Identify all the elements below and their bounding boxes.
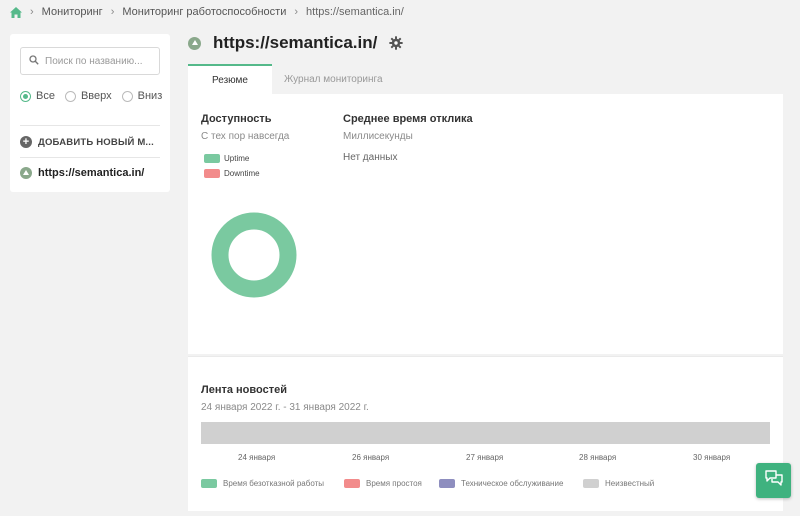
tab-bar: Резюме Журнал мониторинга — [188, 64, 395, 94]
gear-icon[interactable] — [389, 36, 404, 50]
filter-all[interactable]: Все — [20, 90, 55, 102]
search-input[interactable] — [45, 55, 155, 67]
donut-slice-uptime — [211, 212, 297, 298]
legend-maintenance: Техническое обслуживание — [439, 479, 563, 488]
timeline-tick: 27 января — [466, 453, 504, 462]
filter-down-label: Вниз — [137, 90, 163, 102]
filter-up-label: Вверх — [80, 90, 112, 102]
legend-uptime-period: Время безотказной работы — [201, 479, 324, 488]
tab-summary[interactable]: Резюме — [188, 64, 272, 94]
legend-downtime-label: Downtime — [224, 169, 260, 178]
search-icon — [29, 52, 39, 70]
status-up-icon — [188, 36, 201, 50]
timeline-tick: 26 января — [352, 453, 390, 462]
legend-swatch — [439, 479, 455, 488]
news-feed-panel: Лента новостей 24 января 2022 г. - 31 ян… — [188, 356, 783, 511]
sidebar: Все Вверх Вниз + ДОБАВИТЬ НОВЫЙ М... htt… — [10, 34, 170, 192]
timeline-tick: 28 января — [579, 453, 617, 462]
tab-monitoring-log[interactable]: Журнал мониторинга — [272, 64, 395, 94]
news-title: Лента новостей — [201, 384, 287, 396]
chat-icon — [764, 470, 783, 491]
radio-icon — [64, 90, 76, 102]
filter-all-label: Все — [36, 90, 55, 102]
breadcrumb-uptime-monitoring[interactable]: Мониторинг работоспособности — [122, 6, 286, 18]
plus-icon: + — [20, 136, 32, 148]
legend-swatch — [204, 154, 220, 163]
availability-subtitle: С тех пор навсегда — [201, 131, 290, 142]
legend-swatch — [201, 479, 217, 488]
legend-uptime[interactable]: Uptime — [204, 154, 249, 163]
status-up-icon — [20, 167, 32, 179]
chevron-right-icon: › — [110, 6, 115, 18]
legend-label: Время безотказной работы — [223, 479, 324, 488]
response-time-subtitle: Миллисекунды — [343, 131, 413, 142]
search-box[interactable] — [20, 47, 160, 75]
add-monitor-label: ДОБАВИТЬ НОВЫЙ М... — [38, 136, 154, 148]
breadcrumb-monitoring[interactable]: Мониторинг — [42, 6, 103, 18]
legend-unknown: Неизвестный — [583, 479, 654, 488]
breadcrumb: › Мониторинг › Мониторинг работоспособно… — [10, 4, 404, 20]
home-icon[interactable] — [10, 6, 22, 18]
response-time-title: Среднее время отклика — [343, 113, 473, 125]
legend-swatch — [583, 479, 599, 488]
breadcrumb-current: https://semantica.in/ — [306, 6, 404, 18]
timeline-bar[interactable] — [201, 422, 770, 444]
timeline-tick: 30 января — [693, 453, 731, 462]
chevron-right-icon: › — [30, 6, 34, 18]
summary-panel: Доступность С тех пор навсегда Uptime Do… — [188, 94, 783, 354]
legend-label: Время простоя — [366, 479, 422, 488]
divider — [20, 125, 160, 126]
divider — [20, 157, 160, 158]
legend-swatch — [204, 169, 220, 178]
legend-label: Неизвестный — [605, 479, 655, 488]
availability-donut-chart — [211, 212, 297, 298]
availability-title: Доступность — [201, 113, 272, 125]
status-filter: Все Вверх Вниз — [20, 90, 172, 102]
filter-up[interactable]: Вверх — [64, 90, 112, 102]
monitor-name: https://semantica.in/ — [38, 167, 145, 179]
chat-button[interactable] — [756, 463, 791, 498]
legend-uptime-label: Uptime — [224, 154, 250, 163]
legend-label: Техническое обслуживание — [461, 479, 564, 488]
legend-downtime[interactable]: Downtime — [204, 169, 260, 178]
radio-checked-icon — [20, 90, 31, 102]
filter-down[interactable]: Вниз — [121, 90, 163, 102]
page-title: https://semantica.in/ — [213, 33, 378, 52]
legend-swatch — [344, 479, 360, 488]
add-monitor-button[interactable]: + ДОБАВИТЬ НОВЫЙ М... — [20, 136, 154, 148]
no-data-text: Нет данных — [343, 152, 398, 163]
news-date-range: 24 января 2022 г. - 31 января 2022 г. — [201, 402, 369, 413]
legend-downtime-period: Время простоя — [344, 479, 422, 488]
monitor-item[interactable]: https://semantica.in/ — [20, 167, 144, 179]
chevron-right-icon: › — [294, 6, 299, 18]
radio-icon — [121, 90, 133, 102]
page-header: https://semantica.in/ — [188, 33, 404, 53]
timeline-tick: 24 января — [238, 453, 276, 462]
